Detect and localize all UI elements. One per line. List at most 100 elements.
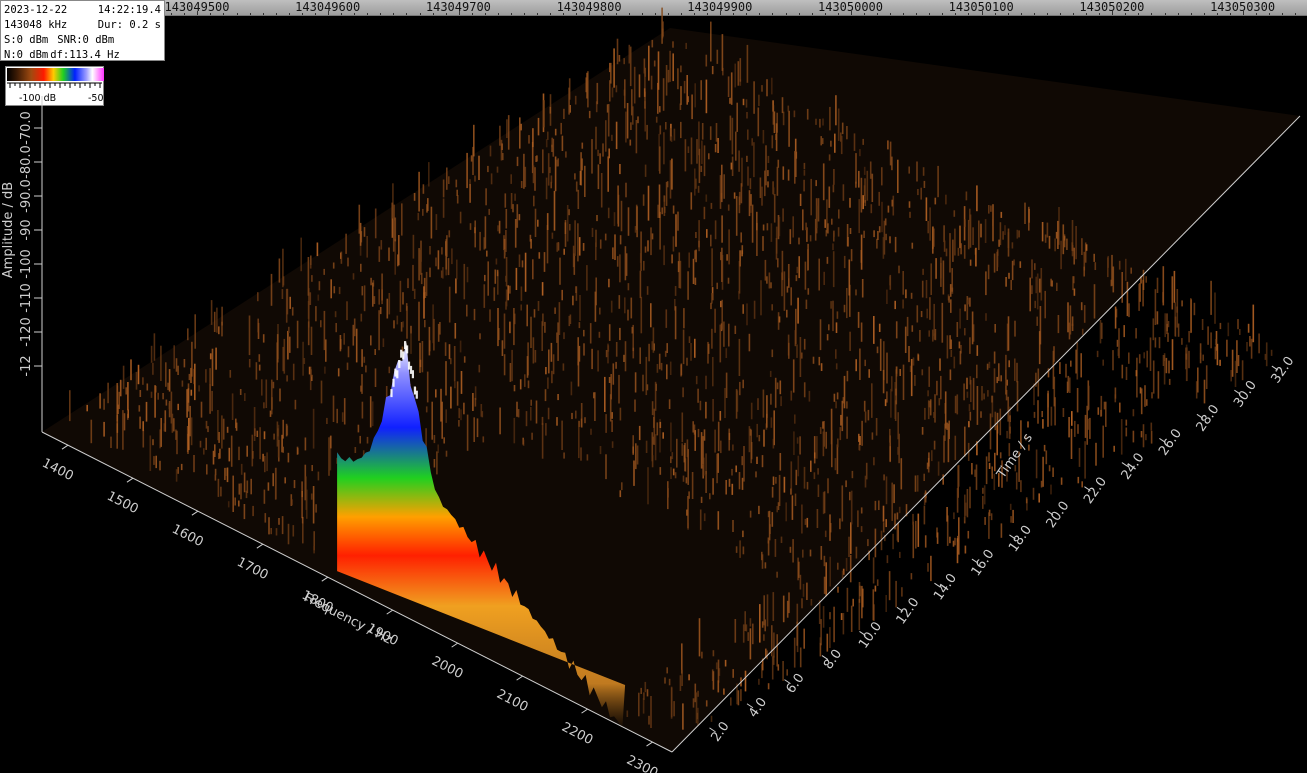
- noise-spike: [710, 202, 713, 209]
- noise-spike: [1007, 232, 1010, 249]
- noise-spike: [820, 136, 822, 146]
- noise-spike: [353, 318, 356, 337]
- noise-spike: [991, 395, 994, 418]
- noise-spike: [724, 659, 727, 667]
- noise-spike: [919, 330, 921, 342]
- noise-spike: [187, 328, 189, 341]
- noise-spike: [470, 155, 473, 162]
- noise-spike: [418, 248, 420, 281]
- noise-spike: [513, 313, 516, 325]
- noise-spike: [662, 432, 664, 439]
- noise-spike: [839, 427, 842, 441]
- noise-spike: [1146, 350, 1148, 368]
- noise-spike: [889, 446, 891, 461]
- noise-spike: [613, 48, 615, 88]
- noise-spike: [610, 62, 612, 84]
- noise-spike: [127, 382, 129, 411]
- noise-spike: [721, 215, 723, 243]
- noise-spike: [149, 435, 152, 471]
- noise-spike: [328, 437, 330, 476]
- noise-spike: [1166, 323, 1168, 332]
- noise-spike: [840, 135, 843, 155]
- noise-spike: [774, 539, 777, 557]
- noise-spike: [246, 445, 248, 457]
- noise-spike: [687, 449, 689, 485]
- noise-spike: [843, 375, 846, 409]
- noise-spike: [711, 248, 713, 287]
- noise-spike: [308, 366, 311, 375]
- noise-spike: [394, 239, 396, 275]
- noise-spike: [334, 311, 337, 318]
- noise-spike: [473, 417, 475, 442]
- noise-spike: [561, 420, 563, 450]
- noise-spike: [1033, 411, 1036, 418]
- noise-spike: [934, 197, 937, 205]
- noise-spike: [892, 533, 894, 550]
- noise-spike: [927, 563, 929, 572]
- noise-spike: [519, 379, 522, 390]
- noise-spike: [949, 369, 952, 381]
- noise-spike: [1071, 316, 1074, 326]
- noise-spike: [596, 82, 599, 105]
- noise-spike: [431, 401, 433, 440]
- noise-spike: [941, 302, 944, 343]
- noise-spike: [1005, 389, 1008, 401]
- noise-spike: [826, 256, 829, 264]
- noise-spike: [762, 224, 765, 231]
- noise-spike: [366, 436, 369, 444]
- noise-spike: [712, 478, 714, 495]
- noise-spike: [563, 452, 565, 459]
- noise-spike: [740, 232, 742, 243]
- noise-spike: [690, 343, 692, 361]
- noise-spike: [921, 280, 924, 298]
- noise-spike: [749, 510, 752, 518]
- noise-spike: [889, 236, 891, 244]
- noise-spike: [685, 477, 688, 484]
- noise-spike: [424, 320, 426, 328]
- noise-spike: [168, 369, 171, 392]
- noise-spike: [760, 280, 762, 316]
- noise-spike: [964, 328, 966, 336]
- noise-spike: [530, 407, 532, 421]
- noise-spike: [1162, 266, 1165, 306]
- noise-spike: [829, 627, 831, 648]
- noise-spike: [954, 435, 957, 460]
- noise-spike: [924, 407, 926, 420]
- noise-spike: [591, 227, 594, 237]
- signal-peak-spike: [413, 386, 416, 395]
- noise-spike: [882, 237, 885, 259]
- noise-spike: [790, 287, 792, 306]
- noise-spike: [213, 311, 216, 332]
- noise-spike: [1016, 381, 1019, 412]
- noise-spike: [738, 196, 741, 214]
- noise-spike: [758, 94, 760, 106]
- noise-spike: [527, 380, 530, 389]
- noise-spike: [1007, 396, 1009, 422]
- noise-spike: [694, 83, 696, 108]
- noise-spike: [767, 683, 770, 690]
- noise-spike: [388, 366, 391, 374]
- noise-spike: [968, 404, 971, 412]
- noise-spike: [998, 363, 1000, 381]
- noise-spike: [505, 301, 507, 310]
- noise-spike: [902, 271, 904, 295]
- noise-spike: [1005, 354, 1007, 395]
- noise-spike: [850, 490, 853, 525]
- noise-spike: [122, 365, 125, 389]
- noise-spike: [755, 471, 757, 478]
- noise-spike: [365, 365, 367, 373]
- noise-spike: [1074, 420, 1076, 437]
- frequency-tick: [516, 675, 523, 681]
- noise-spike: [994, 324, 996, 333]
- frequency-tick: [126, 477, 134, 483]
- noise-spike: [801, 352, 803, 359]
- noise-spike: [757, 398, 759, 410]
- noise-spike: [945, 194, 947, 205]
- noise-spike: [1121, 364, 1124, 379]
- noise-spike: [810, 599, 813, 606]
- noise-spike: [723, 174, 725, 199]
- noise-spike: [86, 404, 88, 412]
- noise-spike: [732, 444, 734, 451]
- noise-spike: [412, 234, 415, 259]
- noise-spike: [682, 475, 685, 482]
